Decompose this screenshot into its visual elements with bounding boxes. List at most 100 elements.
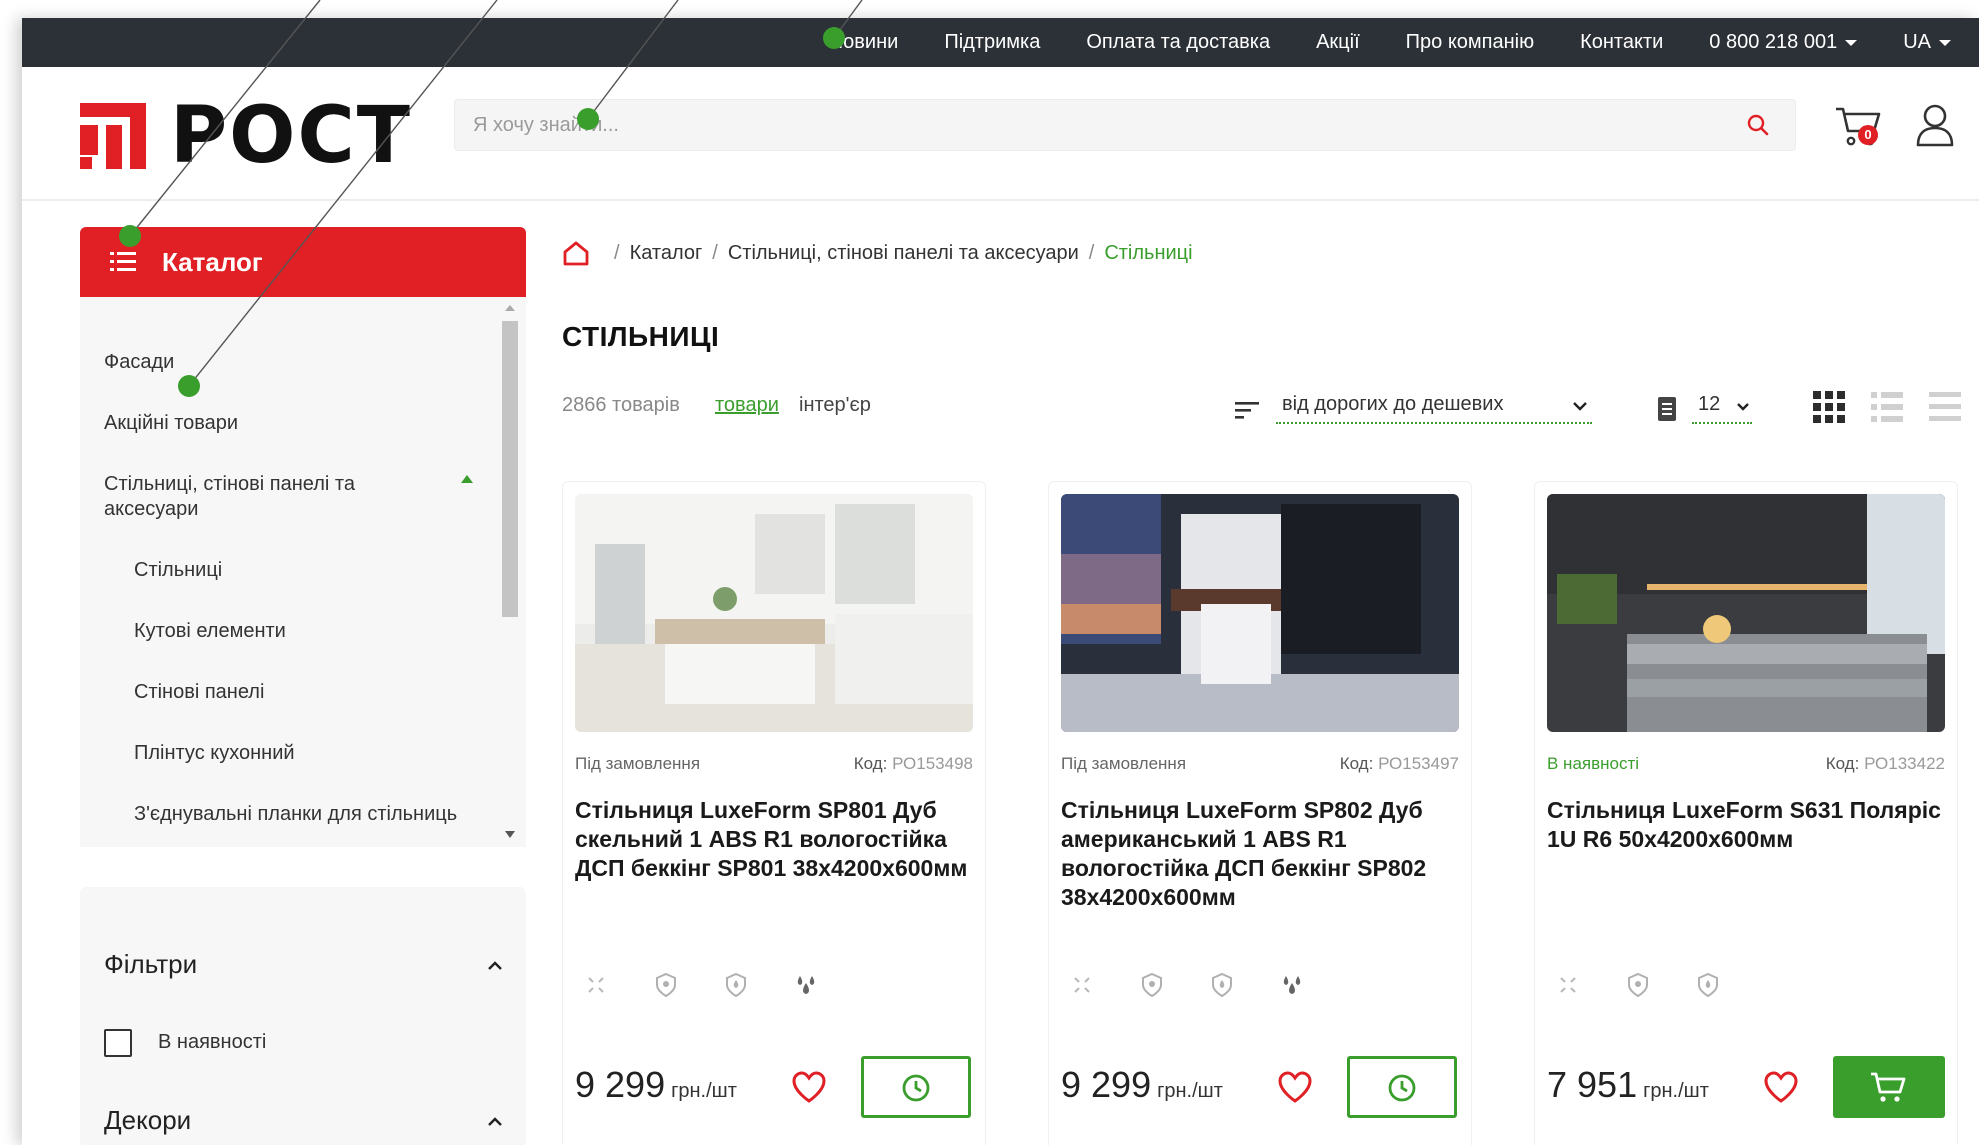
product-status: В наявності xyxy=(1547,754,1640,773)
product-image[interactable] xyxy=(1547,494,1945,732)
heart-icon[interactable] xyxy=(1763,1070,1799,1104)
preorder-button[interactable] xyxy=(861,1056,971,1118)
moisture-shield-icon xyxy=(1698,972,1718,998)
site-header: РОСТ 0 xyxy=(22,67,1979,201)
sort-icon xyxy=(1235,402,1259,419)
phone-number: 0 800 218 001 xyxy=(1709,31,1838,53)
language-code: UA xyxy=(1903,31,1931,53)
product-image[interactable] xyxy=(1061,494,1459,732)
product-code-value: РО133422 xyxy=(1864,754,1945,773)
chevron-down-icon xyxy=(1573,402,1587,411)
per-page-value: 12 xyxy=(1698,393,1721,415)
clock-icon xyxy=(902,1074,930,1102)
price-value: 9 299 xyxy=(1061,1064,1152,1105)
product-title[interactable]: Стільниця LuxeForm S631 Поляріс 1U R6 50… xyxy=(1547,796,1945,854)
breadcrumb-catalog[interactable]: Каталог xyxy=(630,242,703,265)
product-count: 2866 товарів xyxy=(562,394,680,416)
shield-icon xyxy=(656,972,676,998)
home-icon[interactable] xyxy=(562,240,590,266)
list-view-icon[interactable] xyxy=(1870,390,1904,424)
filters-title[interactable]: Фільтри xyxy=(104,949,197,980)
catalog-button[interactable]: Каталог xyxy=(80,227,526,297)
product-code-value: РО153497 xyxy=(1378,754,1459,773)
logo-text: РОСТ xyxy=(170,91,412,181)
product-card[interactable]: Під замовлення Код: РО153498 Стільниця L… xyxy=(562,481,986,1145)
catalog-item-promo[interactable]: Акційні товари xyxy=(104,411,444,436)
per-page-icon xyxy=(1658,397,1676,421)
product-image[interactable] xyxy=(575,494,973,732)
nav-promotions[interactable]: Акції xyxy=(1316,31,1360,54)
add-to-cart-button[interactable] xyxy=(1833,1056,1945,1118)
language-dropdown[interactable]: UA xyxy=(1903,31,1951,54)
chevron-up-icon[interactable] xyxy=(488,1115,502,1129)
nav-contacts[interactable]: Контакти xyxy=(1580,31,1663,54)
search-input[interactable] xyxy=(473,100,1713,150)
moisture-shield-icon xyxy=(726,972,746,998)
logo-mark-icon xyxy=(80,103,146,169)
expand-up-icon[interactable] xyxy=(461,475,473,483)
product-card[interactable]: В наявності Код: РО133422 Стільниця Luxe… xyxy=(1534,481,1958,1145)
in-stock-checkbox[interactable] xyxy=(104,1029,132,1057)
grid-view-icon[interactable] xyxy=(1812,390,1846,424)
breadcrumb-current: Стільниці xyxy=(1104,241,1193,264)
search-icon[interactable] xyxy=(1747,114,1769,136)
page-title: СТІЛЬНИЦІ xyxy=(562,321,720,352)
scroll-thumb[interactable] xyxy=(502,321,518,617)
chevron-up-icon[interactable] xyxy=(488,959,502,973)
nav-about[interactable]: Про компанію xyxy=(1406,31,1534,54)
caret-down-icon xyxy=(1939,39,1951,46)
catalog-menu: Фасади Акційні товари Стільниці, стінові… xyxy=(80,297,526,847)
product-code-value: РО153498 xyxy=(892,754,973,773)
heart-icon[interactable] xyxy=(1277,1070,1313,1104)
expand-icon xyxy=(1074,977,1090,993)
tab-products[interactable]: товари xyxy=(715,394,779,417)
breadcrumb-separator: / xyxy=(712,241,718,264)
phone-dropdown[interactable]: 0 800 218 001 xyxy=(1709,31,1858,54)
search-box xyxy=(454,99,1796,151)
catalog-subitem-kitchen-plinth[interactable]: Плінтус кухонний xyxy=(134,741,474,766)
decors-title[interactable]: Декори xyxy=(104,1105,191,1136)
user-icon[interactable] xyxy=(1915,103,1955,147)
catalog-subitem-wall-panels[interactable]: Стінові панелі xyxy=(134,680,474,705)
scroll-down-icon[interactable] xyxy=(505,831,515,838)
heart-icon[interactable] xyxy=(791,1070,827,1104)
breadcrumb-countertops-panels[interactable]: Стільниці, стінові панелі та аксесуари xyxy=(728,242,1079,265)
product-code: Код: РО133422 xyxy=(1826,754,1945,774)
product-title[interactable]: Стільниця LuxeForm SP801 Дуб скельний 1 … xyxy=(575,796,973,883)
product-code: Код: РО153497 xyxy=(1340,754,1459,774)
product-code-label: Код: xyxy=(1339,754,1374,773)
product-code: Код: РО153498 xyxy=(854,754,973,774)
catalog-subitem-countertops[interactable]: Стільниці xyxy=(134,558,474,583)
per-page-dropdown[interactable]: 12 xyxy=(1692,390,1752,424)
product-price: 9 299 грн./шт xyxy=(1061,1064,1223,1106)
catalog-item-facades[interactable]: Фасади xyxy=(104,350,444,375)
in-stock-label: В наявності xyxy=(158,1031,267,1053)
drops-icon xyxy=(1283,976,1301,994)
catalog-subitem-connecting-strips[interactable]: З'єднувальні планки для стільниць xyxy=(134,802,474,827)
nav-news[interactable]: Новини xyxy=(829,31,899,54)
catalog-item-countertops-panels[interactable]: Стільниці, стінові панелі та аксесуари xyxy=(104,472,444,522)
breadcrumb-separator: / xyxy=(614,241,620,264)
page: Новини Підтримка Оплата та доставка Акці… xyxy=(22,18,1979,1145)
scroll-up-icon[interactable] xyxy=(505,305,515,311)
catalog-scrollbar[interactable] xyxy=(500,297,520,847)
price-value: 7 951 xyxy=(1547,1064,1638,1105)
drops-icon xyxy=(797,976,815,994)
catalog-subitem-corner-elements[interactable]: Кутові елементи xyxy=(134,619,474,644)
product-card[interactable]: Під замовлення Код: РО153497 Стільниця L… xyxy=(1048,481,1472,1145)
cart-icon xyxy=(1871,1072,1906,1102)
product-price: 9 299 грн./шт xyxy=(575,1064,737,1106)
moisture-shield-icon xyxy=(1212,972,1232,998)
product-title[interactable]: Стільниця LuxeForm SP802 Дуб американськ… xyxy=(1061,796,1459,912)
preorder-button[interactable] xyxy=(1347,1056,1457,1118)
sort-dropdown[interactable]: від дорогих до дешевих xyxy=(1276,390,1592,424)
price-unit: грн./шт xyxy=(671,1080,737,1102)
compact-view-icon[interactable] xyxy=(1928,390,1962,424)
catalog-label: Каталог xyxy=(162,246,263,277)
tab-interior[interactable]: інтер'єр xyxy=(799,394,871,417)
logo[interactable]: РОСТ xyxy=(80,91,412,181)
nav-support[interactable]: Підтримка xyxy=(944,31,1040,54)
breadcrumb: / Каталог / Стільниці, стінові панелі та… xyxy=(562,238,1193,268)
breadcrumb-separator: / xyxy=(1088,241,1095,264)
nav-payment-delivery[interactable]: Оплата та доставка xyxy=(1086,31,1270,54)
